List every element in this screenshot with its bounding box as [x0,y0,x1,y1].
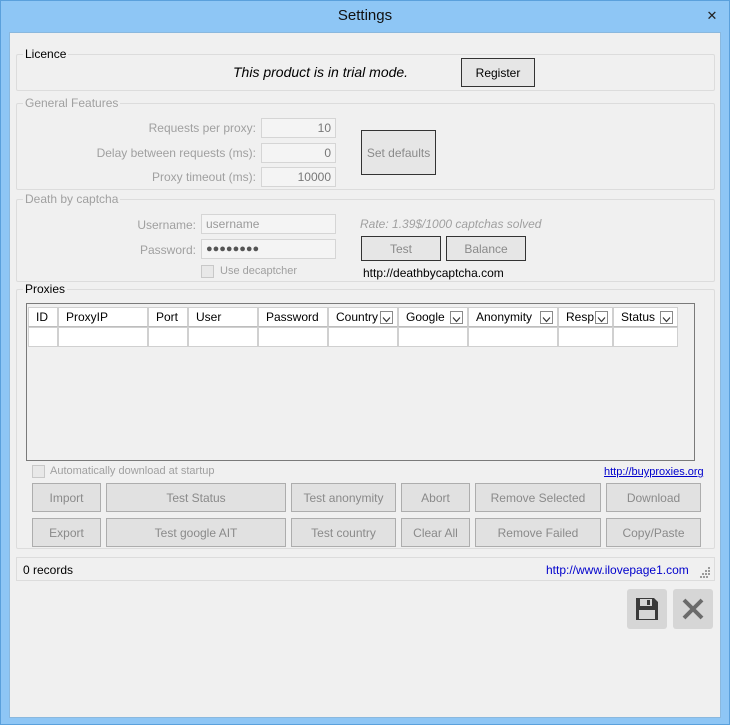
death-by-captcha-legend: Death by captcha [23,192,121,206]
register-button[interactable]: Register [461,58,535,87]
column-header-user[interactable]: User [188,307,258,327]
copy-paste-button[interactable]: Copy/Paste [606,518,701,547]
auto-download-checkbox[interactable] [32,465,45,478]
window-close-icon[interactable]: ✕ [703,8,721,24]
column-header-proxyip[interactable]: ProxyIP [58,307,148,327]
table-cell[interactable] [28,327,58,347]
window-title: Settings [337,7,393,24]
clear-all-button[interactable]: Clear All [401,518,470,547]
use-decaptcher-checkbox[interactable] [201,265,214,278]
column-header-anonymity[interactable]: Anonymity [468,307,558,327]
auto-download-label: Automatically download at startup [50,465,215,477]
status-header-label: Status [621,310,656,324]
proxies-group: Proxies ID ProxyIP Port User Password Co… [16,282,715,549]
import-button[interactable]: Import [32,483,101,512]
death-by-captcha-group: Death by captcha Username: username Rate… [16,192,715,282]
trial-mode-message: This product is in trial mode. [233,64,409,80]
test-anonymity-button[interactable]: Test anonymity [291,483,396,512]
proxies-legend: Proxies [23,282,68,296]
general-features-legend: General Features [23,96,121,110]
settings-client-area: Licence This product is in trial mode. R… [9,32,721,718]
google-header-label: Google [406,310,445,324]
proxy-timeout-input[interactable]: 10000 [261,167,336,187]
remove-selected-button[interactable]: Remove Selected [475,483,601,512]
resp-header-label: Resp. [566,310,598,324]
general-features-group: General Features Requests per proxy: 10 … [16,96,715,190]
floppy-disk-icon [636,598,658,620]
password-label: Password: [139,243,196,257]
table-cell[interactable] [468,327,558,347]
requests-per-proxy-label: Requests per proxy: [148,121,256,135]
settings-window: Settings ✕ Licence This product is in tr… [0,0,730,725]
proxy-timeout-label: Proxy timeout (ms): [151,170,256,184]
test-google-ait-button[interactable]: Test google AIT [106,518,286,547]
column-header-google[interactable]: Google [398,307,468,327]
buyproxies-link[interactable]: http://buyproxies.org [604,466,704,478]
resize-grip-icon[interactable] [700,567,711,578]
password-input[interactable]: ●●●●●●●● [201,239,336,259]
records-count: 0 records [23,563,74,577]
status-dropdown-icon[interactable] [660,311,673,324]
ilovepage1-link[interactable]: http://www.ilovepage1.com [546,563,689,577]
download-button[interactable]: Download [606,483,701,512]
table-cell[interactable] [398,327,468,347]
table-cell[interactable] [328,327,398,347]
proxy-table[interactable]: ID ProxyIP Port User Password Country Go… [26,303,695,461]
set-defaults-button[interactable]: Set defaults [361,130,436,175]
cancel-x-icon [682,598,704,620]
anonymity-header-label: Anonymity [476,310,533,324]
licence-legend: Licence [23,47,69,61]
delay-between-requests-label: Delay between requests (ms): [96,146,256,160]
captcha-balance-button[interactable]: Balance [446,236,526,261]
test-country-button[interactable]: Test country [291,518,396,547]
captcha-test-button[interactable]: Test [361,236,441,261]
abort-button[interactable]: Abort [401,483,470,512]
table-cell[interactable] [58,327,148,347]
licence-group: Licence This product is in trial mode. R… [16,47,715,91]
remove-failed-button[interactable]: Remove Failed [475,518,601,547]
username-input[interactable]: username [201,214,336,234]
column-header-status[interactable]: Status [613,307,678,327]
table-cell[interactable] [613,327,678,347]
delay-between-requests-input[interactable]: 0 [261,143,336,163]
country-dropdown-icon[interactable] [380,311,393,324]
column-header-port[interactable]: Port [148,307,188,327]
table-cell[interactable] [148,327,188,347]
test-status-button[interactable]: Test Status [106,483,286,512]
title-bar: Settings ✕ [1,1,729,31]
requests-per-proxy-input[interactable]: 10 [261,118,336,138]
google-dropdown-icon[interactable] [450,311,463,324]
resp-dropdown-icon[interactable] [595,311,608,324]
table-cell[interactable] [558,327,613,347]
column-header-id[interactable]: ID [28,307,58,327]
table-cell[interactable] [258,327,328,347]
captcha-rate-text: Rate: 1.39$/1000 captchas solved [360,217,542,231]
deathbycaptcha-url: http://deathbycaptcha.com [363,266,504,280]
table-cell[interactable] [188,327,258,347]
column-header-resp[interactable]: Resp. [558,307,613,327]
cancel-button[interactable] [673,589,713,629]
username-label: Username: [137,218,196,232]
column-header-password[interactable]: Password [258,307,328,327]
use-decaptcher-label: Use decaptcher [220,265,298,277]
anonymity-dropdown-icon[interactable] [540,311,553,324]
export-button[interactable]: Export [32,518,101,547]
country-header-label: Country [336,310,379,324]
column-header-country[interactable]: Country [328,307,398,327]
save-button[interactable] [627,589,667,629]
status-bar: 0 records http://www.ilovepage1.com [16,557,715,581]
